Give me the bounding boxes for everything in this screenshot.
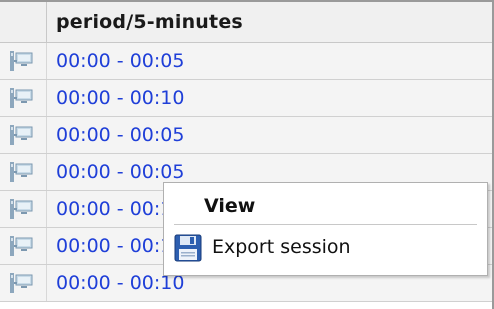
table-row[interactable]: 00:00 - 00:05: [0, 43, 492, 80]
session-grid-window: period/5-minutes 00:00 - 00:05 00:00 - 0…: [0, 0, 494, 309]
computer-session-icon: [10, 199, 33, 219]
period-link[interactable]: 00:00 - 00:05: [56, 50, 184, 72]
row-icon-cell: [0, 117, 47, 153]
context-menu: View Export session: [163, 182, 488, 276]
row-icon-cell: [0, 265, 47, 301]
row-icon-cell: [0, 228, 47, 264]
computer-session-icon: [10, 162, 33, 182]
computer-session-icon: [10, 236, 33, 256]
period-link[interactable]: 00:00 - 00:05: [56, 161, 184, 183]
floppy-disk-icon: [174, 234, 202, 262]
table-header: period/5-minutes: [0, 2, 492, 43]
menu-item-label: Export session: [212, 236, 351, 258]
row-icon-cell: [0, 154, 47, 190]
row-icon-cell: [0, 80, 47, 116]
row-icon-cell: [0, 191, 47, 227]
table-row[interactable]: 00:00 - 00:05: [0, 117, 492, 154]
table-row[interactable]: 00:00 - 00:10: [0, 80, 492, 117]
menu-item-label: View: [204, 195, 256, 217]
menu-item-view[interactable]: View: [164, 187, 487, 225]
period-link[interactable]: 00:00 - 00:05: [56, 124, 184, 146]
computer-session-icon: [10, 51, 33, 71]
menu-item-export-session[interactable]: Export session: [164, 228, 487, 266]
computer-session-icon: [10, 88, 33, 108]
row-icon-cell: [0, 43, 47, 79]
computer-session-icon: [10, 273, 33, 293]
computer-session-icon: [10, 125, 33, 145]
header-icon-cell: [0, 2, 47, 42]
period-link[interactable]: 00:00 - 00:10: [56, 87, 184, 109]
menu-separator: [174, 224, 477, 225]
column-header-period[interactable]: period/5-minutes: [56, 11, 243, 33]
